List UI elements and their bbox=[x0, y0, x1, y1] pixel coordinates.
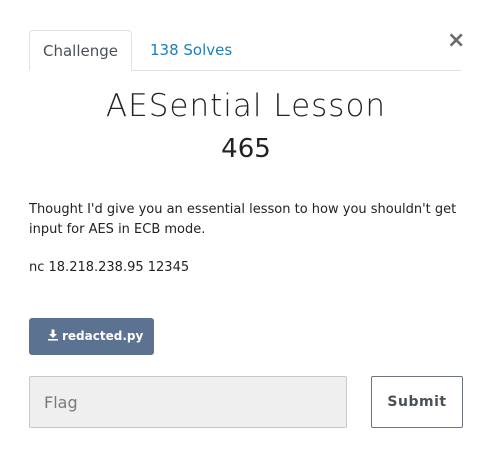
challenge-points: 465 bbox=[221, 134, 271, 164]
challenge-modal: × Challenge 138 Solves AESential Lesson … bbox=[0, 0, 492, 474]
file-name-label: redacted.py bbox=[62, 329, 144, 343]
connection-info: nc 18.218.238.95 12345 bbox=[29, 260, 190, 275]
file-download-button[interactable]: redacted.py bbox=[29, 318, 154, 355]
download-icon bbox=[48, 329, 58, 341]
tab-solves[interactable]: 138 Solves bbox=[150, 30, 232, 70]
submit-button[interactable]: Submit bbox=[371, 376, 463, 428]
description-text: Thought I'd give you an essential lesson… bbox=[29, 202, 457, 237]
challenge-description: Thought I'd give you an essential lesson… bbox=[29, 200, 469, 258]
challenge-title: AESential Lesson bbox=[105, 88, 387, 124]
flag-input[interactable] bbox=[29, 376, 347, 428]
tab-challenge[interactable]: Challenge bbox=[29, 30, 132, 71]
challenge-tabs: Challenge 138 Solves bbox=[29, 30, 461, 71]
